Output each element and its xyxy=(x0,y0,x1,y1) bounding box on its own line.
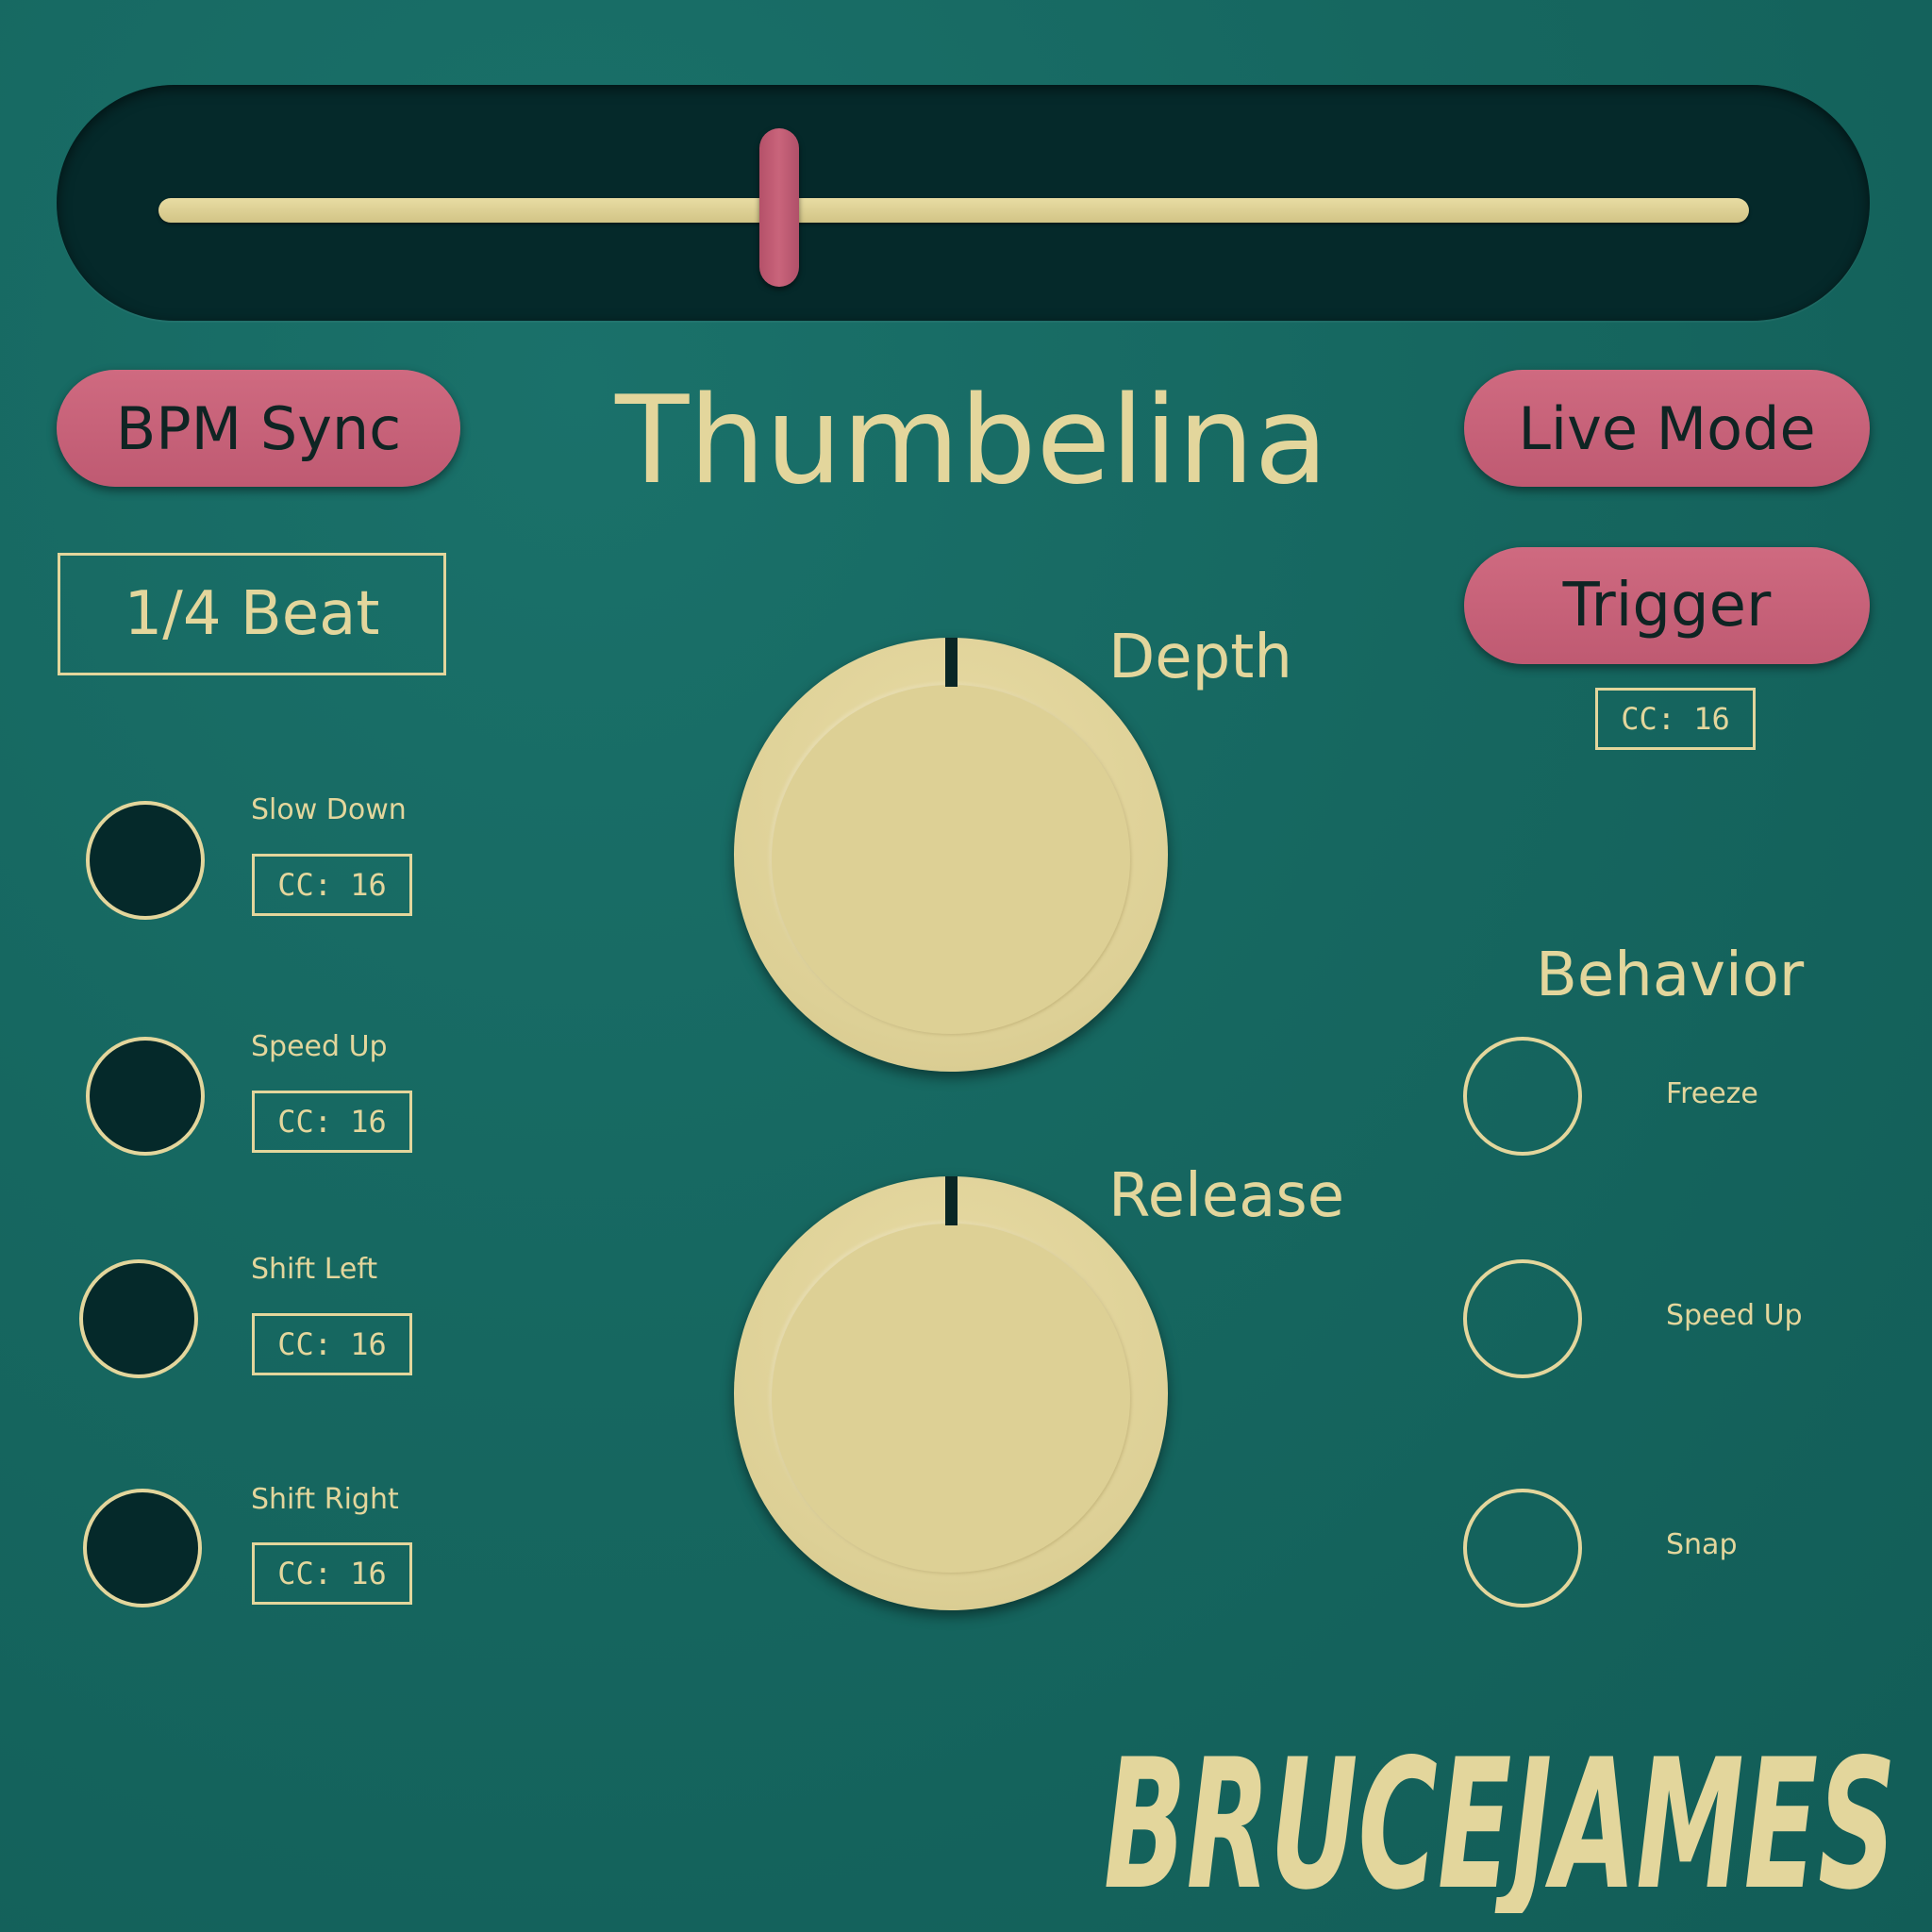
depth-knob[interactable] xyxy=(734,638,1168,1072)
slow-down-label: Slow Down xyxy=(251,793,407,826)
shift-left-cc-field[interactable]: CC: 16 xyxy=(252,1313,412,1375)
main-slider-thumb[interactable] xyxy=(758,128,799,287)
slow-down-cc-field[interactable]: CC: 16 xyxy=(252,854,412,916)
bpm-sync-button[interactable]: BPM Sync xyxy=(57,370,460,487)
trigger-button[interactable]: Trigger xyxy=(1464,547,1870,664)
speed-up-button[interactable] xyxy=(86,1037,205,1156)
brucejames-logo: BRUCEJAMES xyxy=(1104,1724,1896,1913)
live-mode-button[interactable]: Live Mode xyxy=(1464,370,1870,487)
speed-up-cc-field[interactable]: CC: 16 xyxy=(252,1091,412,1153)
release-label: Release xyxy=(1108,1161,1345,1231)
speed-up-label: Speed Up xyxy=(251,1030,388,1063)
shift-right-cc-field[interactable]: CC: 16 xyxy=(252,1542,412,1605)
depth-knob-face xyxy=(772,685,1130,1034)
shift-left-button[interactable] xyxy=(79,1259,198,1378)
release-knob[interactable] xyxy=(734,1176,1168,1610)
depth-label: Depth xyxy=(1108,623,1292,692)
slow-down-button[interactable] xyxy=(86,801,205,920)
behavior-speed-up-label: Speed Up xyxy=(1666,1299,1803,1332)
main-slider-track[interactable] xyxy=(158,198,1749,223)
release-knob-pointer xyxy=(945,1176,958,1225)
trigger-cc-field[interactable]: CC: 16 xyxy=(1595,688,1756,750)
depth-knob-pointer xyxy=(945,638,958,687)
snap-label: Snap xyxy=(1666,1528,1738,1561)
snap-toggle[interactable] xyxy=(1463,1489,1582,1607)
behavior-speed-up-toggle[interactable] xyxy=(1463,1259,1582,1378)
plugin-title: Thumbelina xyxy=(615,371,1328,511)
freeze-label: Freeze xyxy=(1666,1077,1758,1110)
shift-left-label: Shift Left xyxy=(251,1253,378,1286)
beat-division-selector[interactable]: 1/4 Beat xyxy=(58,553,446,675)
shift-right-button[interactable] xyxy=(83,1489,202,1607)
brucejames-logo-text: BRUCEJAMES xyxy=(1104,1724,1896,1913)
shift-right-label: Shift Right xyxy=(251,1483,399,1516)
release-knob-face xyxy=(772,1224,1130,1573)
behavior-title: Behavior xyxy=(1536,941,1805,1010)
freeze-toggle[interactable] xyxy=(1463,1037,1582,1156)
